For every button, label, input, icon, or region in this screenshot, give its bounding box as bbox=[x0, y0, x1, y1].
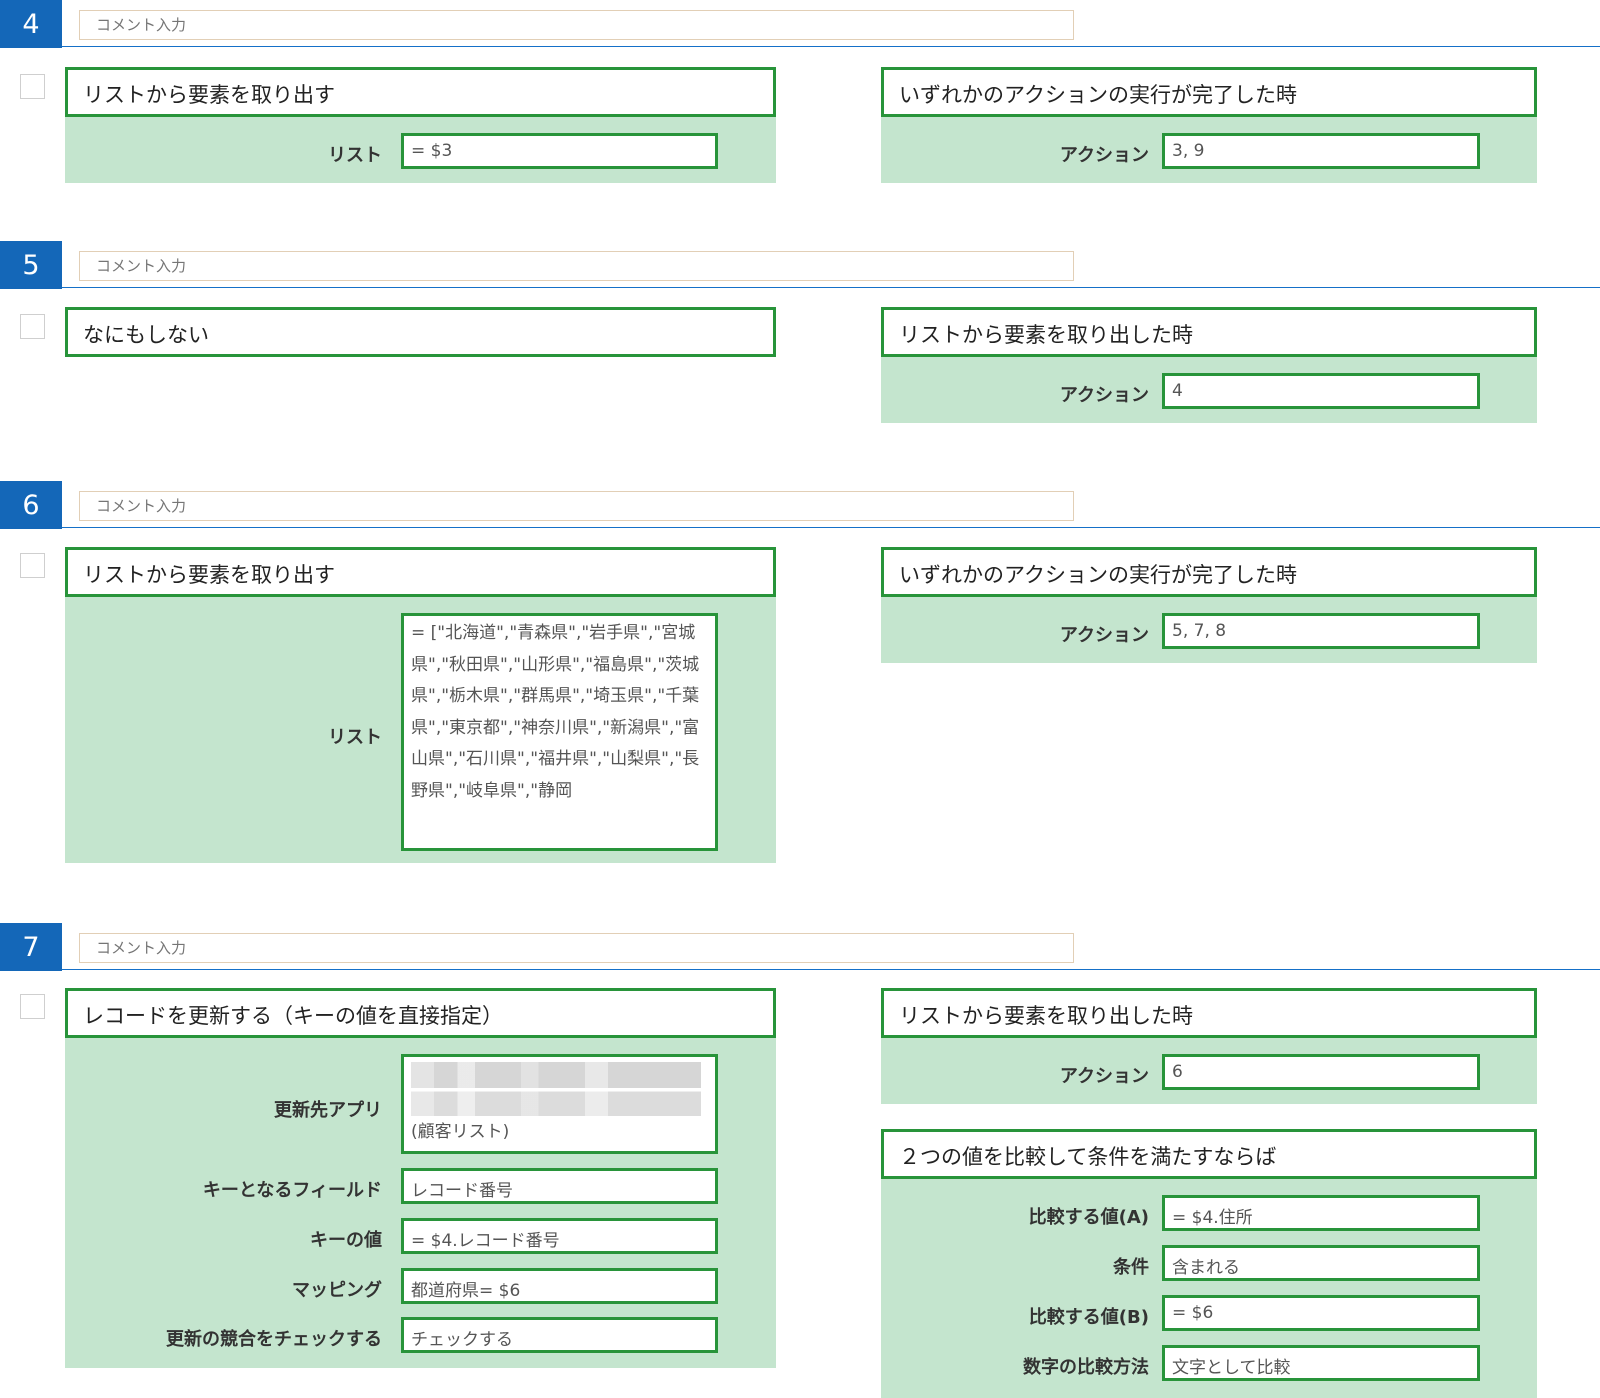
field-label: アクション bbox=[1059, 1066, 1149, 1087]
field-label: マッピング bbox=[292, 1280, 382, 1301]
trigger-card: いずれかのアクションの実行が完了した時 アクション 5, 7, 8 bbox=[881, 547, 1537, 663]
comment-input[interactable] bbox=[79, 491, 1074, 521]
action-field[interactable]: 6 bbox=[1162, 1054, 1480, 1090]
step-header: 6 bbox=[0, 481, 1600, 529]
step-header: 5 bbox=[0, 241, 1600, 289]
field-label: リスト bbox=[328, 145, 382, 166]
action-title[interactable]: リストから要素を取り出す bbox=[65, 67, 776, 117]
field-label: 数字の比較方法 bbox=[1023, 1357, 1149, 1378]
step-number: 6 bbox=[0, 481, 62, 529]
field-label: リスト bbox=[328, 727, 382, 748]
action-card: リストから要素を取り出す リスト = ["北海道","青森県","岩手県","宮… bbox=[65, 547, 776, 863]
field-label: アクション bbox=[1059, 145, 1149, 166]
trigger-title[interactable]: リストから要素を取り出した時 bbox=[881, 988, 1537, 1038]
action-card: レコードを更新する（キーの値を直接指定） 更新先アプリ (顧客リスト) キーとな… bbox=[65, 988, 776, 1368]
redacted-app-name bbox=[411, 1062, 701, 1116]
trigger-title[interactable]: いずれかのアクションの実行が完了した時 bbox=[881, 547, 1537, 597]
action-field[interactable]: 4 bbox=[1162, 373, 1480, 409]
field-label: アクション bbox=[1059, 625, 1149, 646]
trigger-card: いずれかのアクションの実行が完了した時 アクション 3, 9 bbox=[881, 67, 1537, 183]
list-field[interactable]: = ["北海道","青森県","岩手県","宮城県","秋田県","山形県","… bbox=[401, 613, 718, 851]
mapping-field[interactable]: 都道府県= $6 bbox=[401, 1268, 718, 1304]
trigger-card: リストから要素を取り出した時 アクション 4 bbox=[881, 307, 1537, 423]
step-header: 7 bbox=[0, 923, 1600, 971]
step-divider bbox=[62, 969, 1600, 970]
action-field[interactable]: 5, 7, 8 bbox=[1162, 613, 1480, 649]
key-field[interactable]: レコード番号 bbox=[401, 1168, 718, 1204]
step-number: 4 bbox=[0, 0, 62, 48]
field-label: キーの値 bbox=[310, 1230, 382, 1251]
step-number: 7 bbox=[0, 923, 62, 971]
action-card: リストから要素を取り出す リスト = $3 bbox=[65, 67, 776, 183]
app-name-value: (顧客リスト) bbox=[411, 1122, 510, 1142]
condition-title[interactable]: ２つの値を比較して条件を満たすならば bbox=[881, 1129, 1537, 1179]
action-title[interactable]: リストから要素を取り出す bbox=[65, 547, 776, 597]
field-label: アクション bbox=[1059, 385, 1149, 406]
action-card: なにもしない bbox=[65, 307, 776, 357]
conflict-check-field[interactable]: チェックする bbox=[401, 1317, 718, 1353]
comment-input[interactable] bbox=[79, 251, 1074, 281]
step-checkbox[interactable] bbox=[20, 994, 45, 1019]
step-checkbox[interactable] bbox=[20, 553, 45, 578]
step-divider bbox=[62, 527, 1600, 528]
list-field[interactable]: = $3 bbox=[401, 133, 718, 169]
app-field[interactable]: (顧客リスト) bbox=[401, 1054, 718, 1154]
step-checkbox[interactable] bbox=[20, 314, 45, 339]
step-checkbox[interactable] bbox=[20, 74, 45, 99]
condition-card: ２つの値を比較して条件を満たすならば 比較する値(A) = $4.住所 条件 含… bbox=[881, 1129, 1537, 1398]
comment-input[interactable] bbox=[79, 933, 1074, 963]
step-divider bbox=[62, 287, 1600, 288]
condition-field[interactable]: 含まれる bbox=[1162, 1245, 1480, 1281]
field-label: キーとなるフィールド bbox=[202, 1180, 382, 1201]
compare-method-field[interactable]: 文字として比較 bbox=[1162, 1345, 1480, 1381]
action-title[interactable]: なにもしない bbox=[65, 307, 776, 357]
field-label: 条件 bbox=[1113, 1257, 1149, 1278]
key-value-field[interactable]: = $4.レコード番号 bbox=[401, 1218, 718, 1254]
trigger-card: リストから要素を取り出した時 アクション 6 bbox=[881, 988, 1537, 1104]
comment-input[interactable] bbox=[79, 10, 1074, 40]
step-header: 4 bbox=[0, 0, 1600, 48]
field-label: 比較する値(B) bbox=[1028, 1307, 1149, 1328]
action-title[interactable]: レコードを更新する（キーの値を直接指定） bbox=[65, 988, 776, 1038]
field-label: 更新の競合をチェックする bbox=[166, 1329, 382, 1350]
compare-value-a-field[interactable]: = $4.住所 bbox=[1162, 1195, 1480, 1231]
trigger-title[interactable]: いずれかのアクションの実行が完了した時 bbox=[881, 67, 1537, 117]
action-field[interactable]: 3, 9 bbox=[1162, 133, 1480, 169]
field-label: 更新先アプリ bbox=[274, 1100, 382, 1121]
trigger-title[interactable]: リストから要素を取り出した時 bbox=[881, 307, 1537, 357]
step-number: 5 bbox=[0, 241, 62, 289]
field-label: 比較する値(A) bbox=[1028, 1207, 1149, 1228]
step-divider bbox=[62, 46, 1600, 47]
compare-value-b-field[interactable]: = $6 bbox=[1162, 1295, 1480, 1331]
